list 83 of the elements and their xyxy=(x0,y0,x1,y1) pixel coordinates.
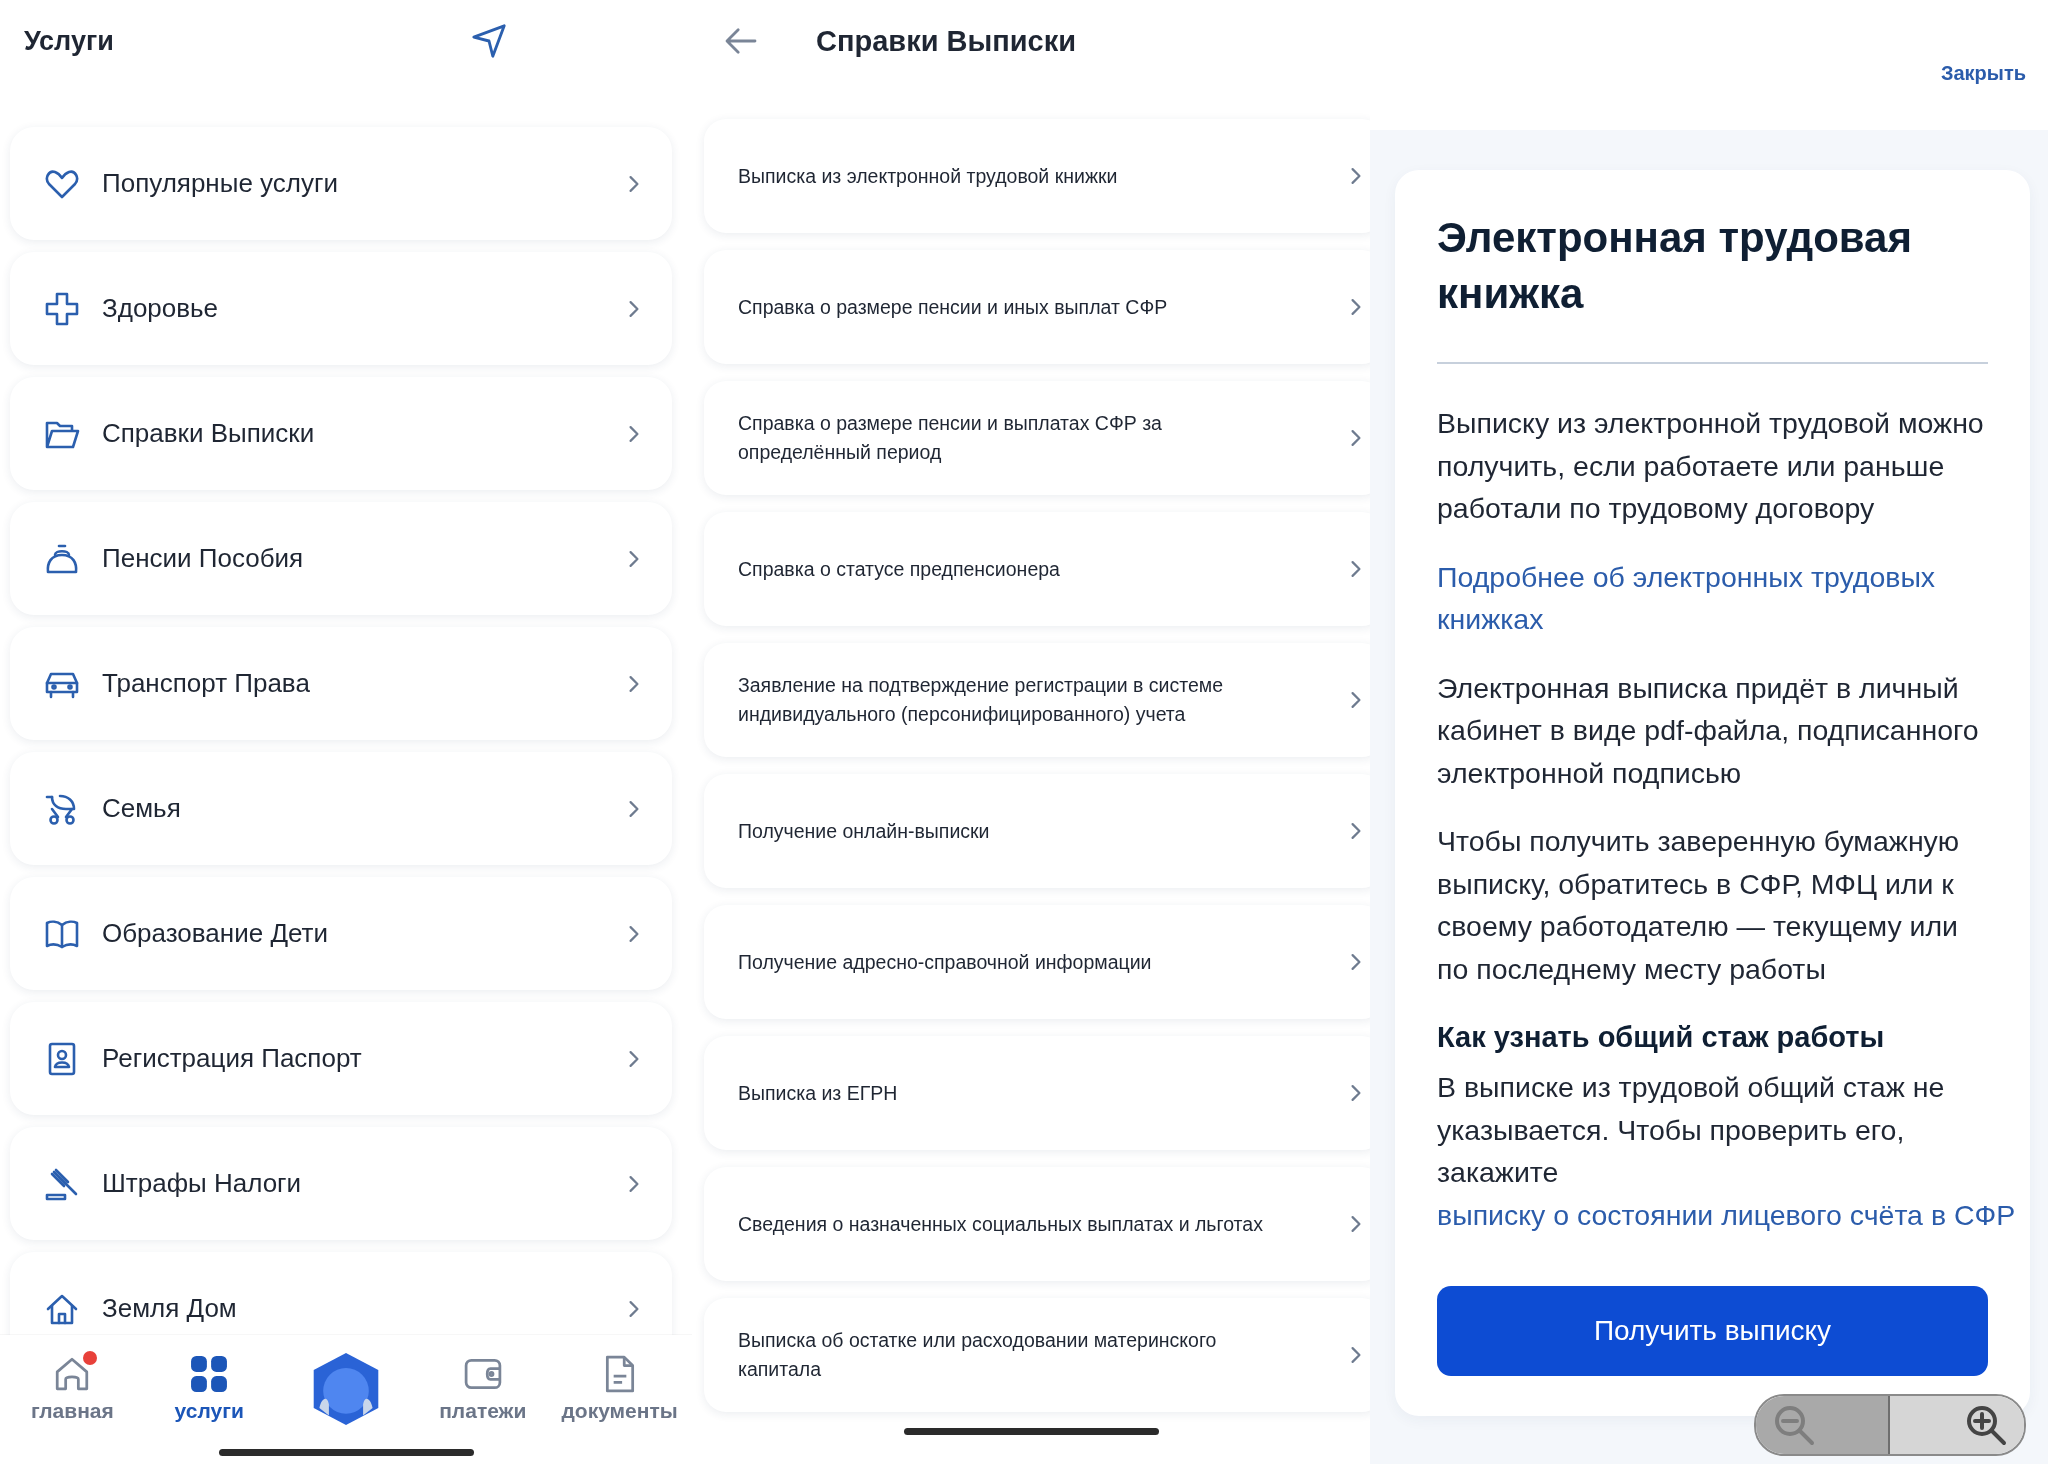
category-item[interactable]: Образование Дети xyxy=(10,877,672,990)
nav-tab[interactable]: платежи xyxy=(439,1355,527,1423)
statement-label: Получение адресно-справочной информации xyxy=(738,949,1153,975)
statement-item[interactable]: Выписка из электронной трудовой книжки xyxy=(704,119,1370,233)
inline-link[interactable]: выписку о состоянии лицевого счёта в СФР xyxy=(1437,1198,2016,1231)
chevron-icon xyxy=(628,1298,640,1319)
screen-title: Справки Выписки xyxy=(816,24,1077,58)
category-item[interactable]: Семья xyxy=(10,752,672,865)
statement-item[interactable]: Получение адресно-справочной информации xyxy=(704,905,1370,1019)
nav-tab[interactable]: главная xyxy=(31,1355,114,1423)
get-statement-button[interactable]: Получить выписку xyxy=(1437,1286,1988,1376)
category-label: Транспорт Права xyxy=(102,668,311,699)
statement-item[interactable]: Получение онлайн-выписки xyxy=(704,774,1370,888)
category-label: Здоровье xyxy=(102,293,220,324)
category-label: Штрафы Налоги xyxy=(102,1168,303,1199)
category-item[interactable]: Транспорт Права xyxy=(10,627,672,740)
statement-label: Справка о размере пенсии и иных выплат СФР xyxy=(738,294,1169,320)
back-arrow-icon[interactable] xyxy=(724,27,758,55)
nav-tab[interactable]: документы xyxy=(561,1355,678,1423)
category-label: Образование Дети xyxy=(102,918,329,949)
category-item[interactable]: Штрафы Налоги xyxy=(10,1127,672,1240)
category-label: Регистрация Паспорт xyxy=(102,1043,363,1074)
category-item[interactable]: Популярные услуги xyxy=(10,127,672,240)
zoom-out-icon xyxy=(1772,1403,1816,1447)
category-item[interactable]: Здоровье xyxy=(10,252,672,365)
chevron-icon xyxy=(1350,559,1362,579)
chevron-icon xyxy=(1350,821,1362,841)
chevron-icon xyxy=(628,1048,640,1069)
zoom-in-button[interactable] xyxy=(1890,1396,2024,1454)
chevron-icon xyxy=(628,423,640,444)
chevron-icon xyxy=(1350,166,1362,186)
zoom-in-icon xyxy=(1964,1403,2008,1447)
chevron-icon xyxy=(1350,952,1362,972)
screen-title: Услуги xyxy=(24,25,115,57)
paragraph: Выписку из электронной трудовой можно получить, если работаете или раньше работали по трудовому договору xyxy=(1437,406,1985,526)
cross-icon xyxy=(44,290,80,327)
category-label: Пенсии Пособия xyxy=(102,543,305,574)
statement-label: Выписка из электронной трудовой книжки xyxy=(738,163,1119,189)
grid-icon xyxy=(190,1355,229,1393)
statement-item[interactable]: Справка о размере пенсии и выплатах СФР за определённый период xyxy=(704,381,1370,495)
category-item[interactable]: Справки Выписки xyxy=(10,377,672,490)
nav-tab[interactable]: услуги xyxy=(174,1355,244,1423)
close-link[interactable]: Закрыть xyxy=(1940,62,2026,85)
statement-label: Сведения о назначенных социальных выплатах и льготах xyxy=(738,1211,1264,1237)
chevron-icon xyxy=(1350,1083,1362,1103)
statement-item[interactable]: Справка о статусе предпенсионера xyxy=(704,512,1370,626)
statement-label: Выписка об остатке или расходовании материнского капитала xyxy=(738,1328,1218,1382)
statement-item[interactable]: Выписка из ЕГРН xyxy=(704,1036,1370,1150)
category-label: Популярные услуги xyxy=(102,168,339,199)
chevron-icon xyxy=(1350,1345,1362,1365)
chevron-icon xyxy=(1350,428,1362,448)
send-icon[interactable] xyxy=(470,22,508,60)
chevron-icon xyxy=(628,1173,640,1194)
chevron-icon xyxy=(1350,690,1362,710)
category-item[interactable]: Земля Дом xyxy=(10,1252,672,1335)
statement-label: Заявление на подтверждение регистрации в системе индивидуального (персонифицированного) учета xyxy=(738,673,1224,727)
zoom-out-button[interactable] xyxy=(1756,1396,1890,1454)
category-label: Семья xyxy=(102,793,182,824)
statement-item[interactable]: Заявление на подтверждение регистрации в системе индивидуального (персонифицированного) учета xyxy=(704,643,1370,757)
card-title: Электронная трудовая книжка xyxy=(1437,213,1913,319)
category-item[interactable]: Пенсии Пособия xyxy=(10,502,672,615)
category-label: Земля Дом xyxy=(102,1293,238,1324)
chevron-icon xyxy=(628,923,640,944)
chevron-icon xyxy=(1350,1214,1362,1234)
statement-item[interactable]: Выписка об остатке или расходовании материнского капитала xyxy=(704,1298,1370,1412)
category-item[interactable]: Регистрация Паспорт xyxy=(10,1002,672,1115)
statement-item[interactable]: Сведения о назначенных социальных выплатах и льготах xyxy=(704,1167,1370,1281)
statement-label: Выписка из ЕГРН xyxy=(738,1080,899,1106)
more-link[interactable]: Подробнее об электронных трудовых книжках xyxy=(1437,555,1988,641)
statement-label: Получение онлайн-выписки xyxy=(738,818,991,844)
chevron-icon xyxy=(628,673,640,694)
chevron-icon xyxy=(1350,297,1362,317)
statement-label: Справка о размере пенсии и выплатах СФР за определённый период xyxy=(738,411,1163,465)
section-heading: Как узнать общий стаж работы xyxy=(1437,1020,1886,1055)
statement-label: Справка о статусе предпенсионера xyxy=(738,556,1061,582)
chevron-icon xyxy=(628,173,640,194)
chevron-icon xyxy=(628,298,640,319)
paragraph: Чтобы получить заверенную бумажную выписку, обратитесь в СФР, МФЦ или к своему работодателю — текущему или по последнему месту работы xyxy=(1437,824,1961,987)
paragraph: Электронная выписка придёт в личный кабинет в виде pdf-файла, подписанного электронной подписью xyxy=(1437,670,1980,791)
statement-item[interactable]: Справка о размере пенсии и иных выплат СФР xyxy=(704,250,1370,364)
category-label: Справки Выписки xyxy=(102,418,316,449)
chevron-icon xyxy=(628,798,640,819)
chevron-icon xyxy=(628,548,640,569)
